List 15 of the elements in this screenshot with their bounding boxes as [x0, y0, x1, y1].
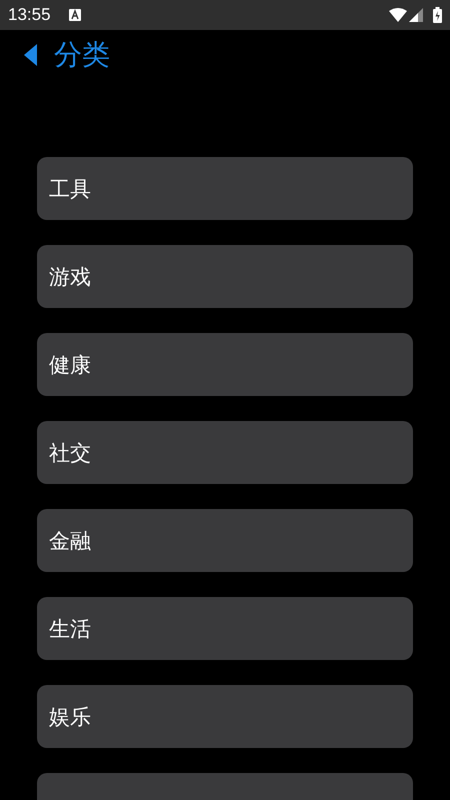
keyboard-letter-icon — [68, 9, 81, 21]
back-icon — [24, 44, 37, 66]
category-item[interactable]: 金融 — [37, 509, 413, 572]
category-item[interactable]: 工具 — [37, 157, 413, 220]
category-item[interactable]: 娱乐 — [37, 685, 413, 748]
wifi-icon — [389, 8, 407, 22]
back-button[interactable] — [24, 44, 37, 66]
signal-icon — [409, 8, 423, 22]
category-item[interactable]: 生活 — [37, 597, 413, 660]
category-item[interactable]: 健康 — [37, 333, 413, 396]
battery-icon — [433, 7, 442, 23]
status-time: 13:55 — [8, 5, 51, 25]
category-item[interactable]: 社交 — [37, 421, 413, 484]
page-title: 分类 — [54, 37, 110, 73]
category-item[interactable]: 游戏 — [37, 245, 413, 308]
